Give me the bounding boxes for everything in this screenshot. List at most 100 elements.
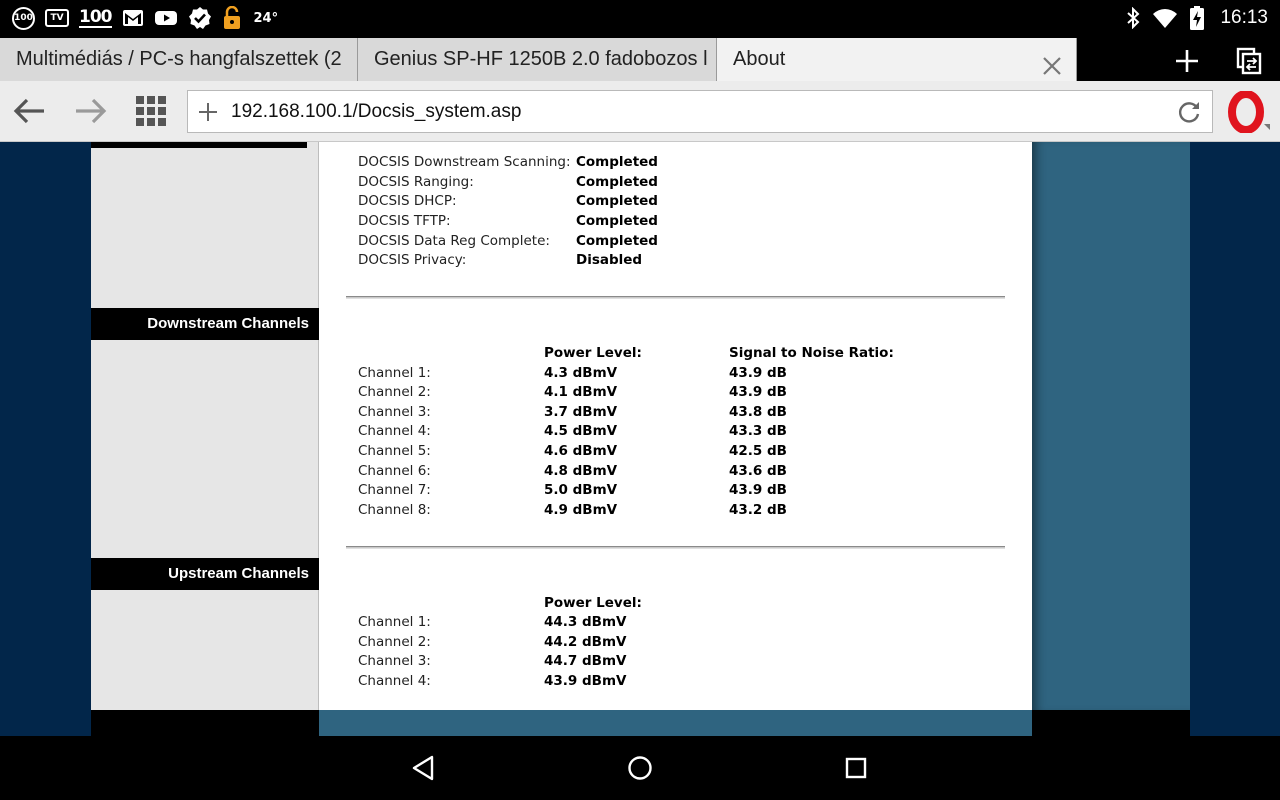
arrow-left-icon — [13, 98, 44, 124]
status-value: Disabled — [576, 252, 643, 268]
reload-button[interactable] — [1176, 99, 1202, 125]
status-label: DOCSIS Data Reg Complete: — [358, 233, 550, 249]
reload-icon — [1178, 102, 1200, 123]
status-value: Completed — [576, 233, 658, 249]
status-value: Completed — [576, 154, 658, 170]
section-divider — [346, 546, 1005, 549]
back-button[interactable] — [12, 93, 48, 129]
grid-icon — [136, 96, 166, 126]
tab-about[interactable]: About — [717, 38, 1077, 81]
system-icons: 16:13 — [1126, 4, 1268, 32]
snr-value: 42.5 dB — [729, 443, 787, 459]
100-badge-icon: 100 — [12, 6, 35, 30]
tv-icon: TV — [45, 9, 69, 27]
wifi-icon — [1152, 7, 1178, 29]
upstream-channels-header: Upstream Channels — [91, 558, 319, 590]
clock: 16:13 — [1220, 7, 1268, 28]
address-bar[interactable]: 192.168.100.1/Docsis_system.asp — [187, 90, 1213, 133]
power-level: 44.2 dBmV — [544, 634, 627, 650]
recents-square-icon — [845, 757, 867, 779]
status-label: DOCSIS Privacy: — [358, 252, 467, 268]
plus-icon — [199, 103, 217, 121]
nav-recents-button[interactable] — [840, 752, 872, 784]
section-divider — [346, 296, 1005, 299]
opera-logo-icon — [1228, 90, 1270, 134]
android-nav-bar — [0, 736, 1280, 800]
power-level: 44.7 dBmV — [544, 653, 627, 669]
tab-genius[interactable]: Genius SP-HF 1250B 2.0 fadobozos l — [358, 38, 717, 81]
power-level: 4.5 dBmV — [544, 423, 618, 439]
speed-dial-button[interactable] — [133, 93, 169, 129]
status-label: DOCSIS TFTP: — [358, 213, 451, 229]
power-level: 4.3 dBmV — [544, 365, 618, 381]
status-value: Completed — [576, 213, 658, 229]
add-bookmark-button[interactable] — [196, 100, 220, 124]
temperature-text: 24° — [253, 10, 279, 26]
snr-value: 43.9 dB — [729, 482, 787, 498]
power-level: 4.6 dBmV — [544, 443, 618, 459]
power-level: 43.9 dBmV — [544, 673, 627, 689]
url-text[interactable]: 192.168.100.1/Docsis_system.asp — [231, 91, 521, 132]
status-bar: 100 TV 100 24° 16:13 — [0, 0, 1280, 36]
channel-label: Channel 7: — [358, 482, 431, 498]
home-circle-icon — [628, 756, 652, 780]
browser-toolbar: 192.168.100.1/Docsis_system.asp — [0, 81, 1280, 142]
page-viewport: Downstream Channels Upstream Channels DO… — [0, 142, 1280, 736]
channel-label: Channel 2: — [358, 384, 431, 400]
100-news-icon: 100 — [79, 7, 112, 28]
battery-charging-icon — [1190, 6, 1205, 30]
status-value: Completed — [576, 174, 658, 190]
snr-value: 43.6 dB — [729, 463, 787, 479]
channel-label: Channel 4: — [358, 673, 431, 689]
snr-value: 43.2 dB — [729, 502, 787, 518]
snr-value: 43.9 dB — [729, 384, 787, 400]
downstream-snr-header: Signal to Noise Ratio: — [729, 345, 894, 361]
gmail-icon — [122, 9, 144, 27]
left-section-column: Downstream Channels Upstream Channels — [91, 142, 319, 710]
status-label: DOCSIS Downstream Scanning: — [358, 154, 571, 170]
page-footer-strip — [91, 710, 1190, 736]
back-triangle-icon — [412, 755, 434, 781]
plus-icon — [1176, 50, 1198, 72]
forward-button[interactable] — [72, 93, 108, 129]
power-level: 4.9 dBmV — [544, 502, 618, 518]
close-tab-button[interactable] — [1042, 49, 1062, 75]
channel-label: Channel 2: — [358, 634, 431, 650]
nav-home-button[interactable] — [624, 752, 656, 784]
section-header-edge — [91, 142, 307, 148]
snr-value: 43.3 dB — [729, 423, 787, 439]
channel-label: Channel 1: — [358, 365, 431, 381]
right-side-panel — [1032, 142, 1190, 710]
channel-label: Channel 5: — [358, 443, 431, 459]
tab-multimedias[interactable]: Multimédiás / PC-s hangfalszettek (2 — [0, 38, 358, 81]
downstream-channels-header: Downstream Channels — [91, 308, 319, 340]
status-value: Completed — [576, 193, 658, 209]
tab-bar: Multimédiás / PC-s hangfalszettek (2 Gen… — [0, 36, 1280, 81]
status-label: DOCSIS Ranging: — [358, 174, 474, 190]
upstream-power-header: Power Level: — [544, 595, 642, 611]
snr-value: 43.8 dB — [729, 404, 787, 420]
arrow-right-icon — [76, 98, 107, 124]
docsis-status-content: DOCSIS Downstream Scanning: Completed DOC… — [319, 142, 1032, 710]
snr-value: 43.9 dB — [729, 365, 787, 381]
power-level: 3.7 dBmV — [544, 404, 618, 420]
new-tab-button[interactable] — [1170, 44, 1204, 78]
power-level: 44.3 dBmV — [544, 614, 627, 630]
tab-switcher-button[interactable] — [1232, 44, 1266, 78]
power-level: 4.1 dBmV — [544, 384, 618, 400]
tab-title: Genius SP-HF 1250B 2.0 fadobozos l — [374, 48, 708, 70]
checkmark-badge-icon — [188, 6, 212, 30]
nav-back-button[interactable] — [408, 752, 440, 784]
power-level: 4.8 dBmV — [544, 463, 618, 479]
tab-title: About — [733, 48, 786, 70]
notification-icons: 100 TV 100 24° — [12, 5, 278, 31]
channel-label: Channel 6: — [358, 463, 431, 479]
channel-label: Channel 3: — [358, 653, 431, 669]
tab-switcher-icon — [1236, 47, 1262, 75]
opera-menu-button[interactable] — [1226, 90, 1270, 134]
tab-title: Multimédiás / PC-s hangfalszettek (2 — [16, 48, 342, 70]
downstream-power-header: Power Level: — [544, 345, 642, 361]
bluetooth-icon — [1126, 7, 1140, 29]
lock-icon — [222, 6, 242, 30]
channel-label: Channel 1: — [358, 614, 431, 630]
